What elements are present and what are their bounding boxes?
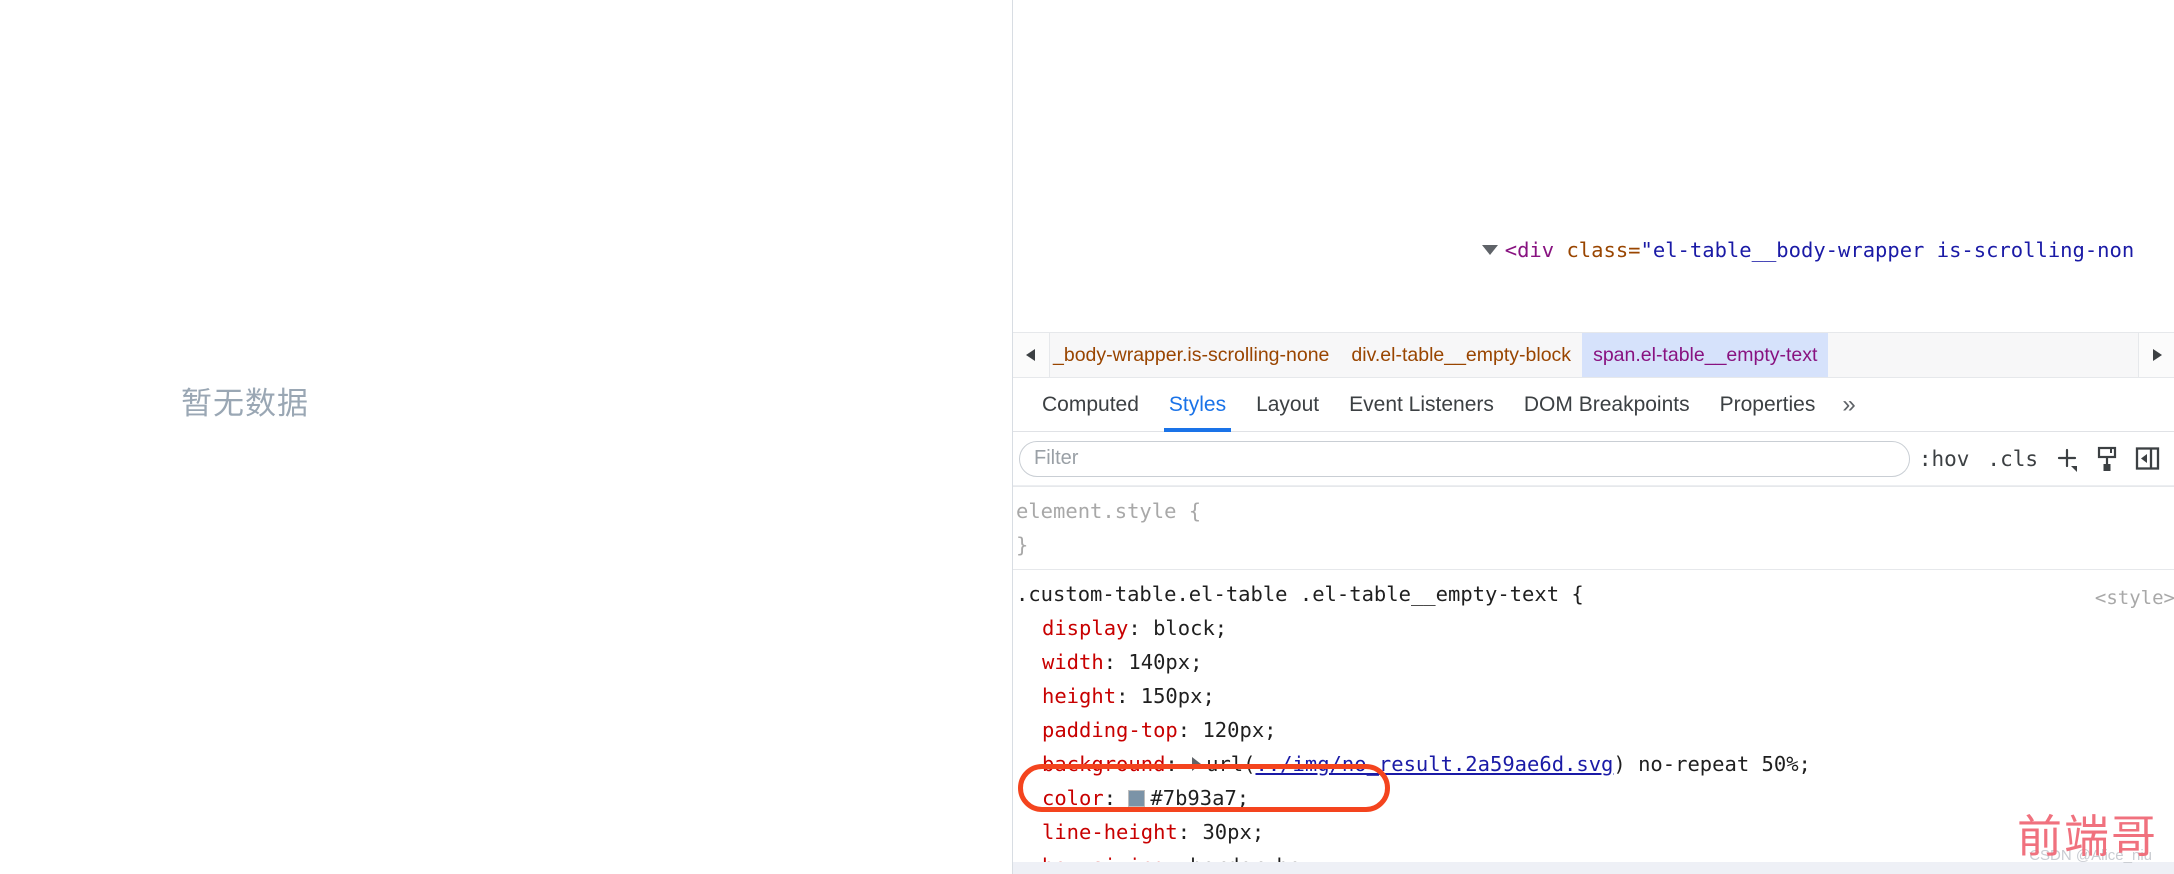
tab-label: Computed	[1042, 392, 1139, 416]
dom-line-header-wrapper[interactable]: <div class="el-table__header-wrapper">…<…	[1013, 84, 2174, 102]
breadcrumb-item-body-wrapper[interactable]: _body-wrapper.is-scrolling-none	[1050, 333, 1340, 377]
cls-toggle-button[interactable]: .cls	[1978, 447, 2047, 471]
filter-input[interactable]	[1019, 440, 1910, 477]
tab-label: Event Listeners	[1349, 392, 1494, 416]
hov-label: :hov	[1918, 446, 1970, 471]
css-declaration-background[interactable]: background: url(../img/no_result.2a59ae6…	[1013, 747, 2174, 781]
breadcrumb[interactable]: _body-wrapper.is-scrolling-none div.el-t…	[1013, 332, 2174, 378]
tab-label: Properties	[1719, 392, 1816, 416]
breadcrumb-item-label: span.el-table__empty-text	[1593, 343, 1818, 366]
devtools-screenshot: 暂无数据 <div class="el-table__header-wrappe…	[0, 0, 2174, 874]
breadcrumb-item-label: div.el-table__empty-block	[1351, 343, 1572, 366]
css-declaration-color[interactable]: color: #7b93a7;	[1013, 781, 2174, 815]
css-rule-element-style[interactable]: element.style { }	[1013, 486, 2174, 569]
breadcrumb-item-empty-text[interactable]: span.el-table__empty-text	[1582, 333, 1829, 377]
dock-panel-icon[interactable]	[2127, 439, 2167, 479]
css-declaration-display[interactable]: display: block;	[1013, 611, 2174, 645]
styles-pane-bottom-strip	[1013, 862, 2174, 874]
tab-label: DOM Breakpoints	[1523, 392, 1690, 416]
css-declaration-height[interactable]: height: 150px;	[1013, 679, 2174, 713]
devtools-panel: <div class="el-table__header-wrapper">…<…	[1012, 0, 2174, 874]
background-image-url-link[interactable]: ../img/no_result.2a59ae6d.svg	[1255, 752, 1613, 776]
sidebar-tabs[interactable]: Computed Styles Layout Event Listeners D…	[1013, 378, 2174, 432]
breadcrumb-scroll-left[interactable]	[1013, 333, 1050, 377]
tab-styles[interactable]: Styles	[1154, 378, 1241, 432]
more-tabs-label: »	[1842, 390, 1856, 418]
expand-shorthand-icon[interactable]	[1192, 756, 1202, 771]
css-selector[interactable]: .custom-table.el-table .el-table__empty-…	[1013, 577, 2174, 611]
breadcrumb-item-empty-block[interactable]: div.el-table__empty-block	[1340, 333, 1582, 377]
hov-toggle-button[interactable]: :hov	[1910, 447, 1979, 471]
tab-properties[interactable]: Properties	[1705, 378, 1831, 432]
color-swatch[interactable]	[1128, 790, 1146, 807]
tab-dom-breakpoints[interactable]: DOM Breakpoints	[1509, 378, 1705, 432]
css-rule-empty-text[interactable]: <style> .custom-table.el-table .el-table…	[1013, 569, 2174, 874]
tab-computed[interactable]: Computed	[1027, 378, 1154, 432]
css-declaration-padding-top[interactable]: padding-top: 120px;	[1013, 713, 2174, 747]
tab-label: Layout	[1256, 392, 1320, 416]
tab-event-listeners[interactable]: Event Listeners	[1334, 378, 1509, 432]
css-declaration-width[interactable]: width: 140px;	[1013, 645, 2174, 679]
dom-tree[interactable]: <div class="el-table__header-wrapper">…<…	[1013, 0, 2174, 332]
page-preview-pane: 暂无数据	[0, 0, 1010, 874]
collapse-triangle-icon[interactable]	[1481, 244, 1498, 255]
tab-label: Styles	[1168, 392, 1227, 416]
paintbrush-icon[interactable]	[2087, 439, 2127, 479]
styles-pane[interactable]: element.style { } <style> .custom-table.…	[1013, 486, 2174, 874]
styles-toolbar[interactable]: :hov .cls	[1013, 432, 2174, 486]
more-tabs-icon[interactable]: »	[1830, 378, 1867, 432]
cls-label: .cls	[1987, 446, 2038, 471]
tab-layout[interactable]: Layout	[1241, 378, 1334, 432]
css-declaration-line-height[interactable]: line-height: 30px;	[1013, 815, 2174, 849]
css-rule-close-brace: }	[1016, 533, 1029, 557]
breadcrumb-item-label: _body-wrapper.is-scrolling-none	[1053, 343, 1330, 366]
plus-icon[interactable]	[2047, 439, 2087, 479]
css-origin-label[interactable]: <style>	[2095, 581, 2174, 615]
table-empty-text: 暂无数据	[181, 386, 309, 422]
breadcrumb-scroll-right[interactable]	[2138, 333, 2174, 377]
dom-line-body-wrapper-open[interactable]: <div class="el-table__body-wrapper is-sc…	[1013, 201, 2174, 262]
css-selector[interactable]: element.style {	[1013, 494, 2174, 528]
